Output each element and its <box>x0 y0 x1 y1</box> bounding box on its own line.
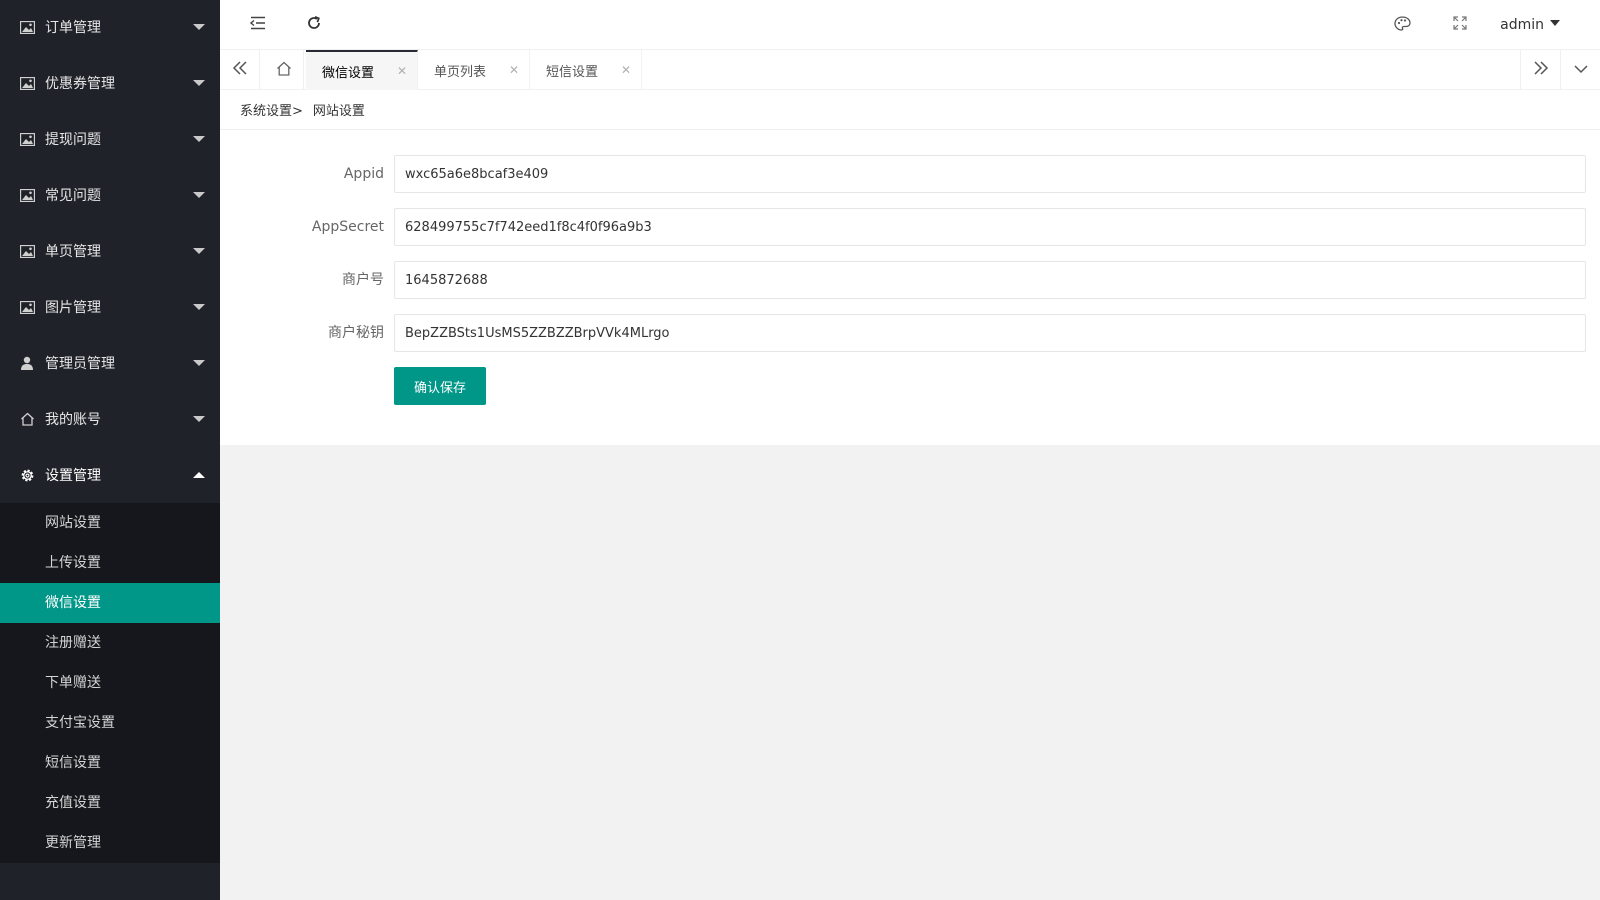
tab-sms-settings[interactable]: 短信设置 ✕ <box>530 50 642 90</box>
image-icon <box>19 75 35 91</box>
image-icon <box>19 187 35 203</box>
image-icon <box>19 299 35 315</box>
tab-home[interactable] <box>264 50 304 90</box>
tab-bar: 微信设置 ✕ 单页列表 ✕ 短信设置 ✕ <box>220 50 1600 90</box>
sidebar-item-faq[interactable]: 常见问题 <box>0 167 220 223</box>
save-button[interactable]: 确认保存 <box>394 367 486 405</box>
theme-button[interactable] <box>1380 0 1424 50</box>
image-icon <box>19 19 35 35</box>
submenu-item-site-settings[interactable]: 网站设置 <box>0 503 220 543</box>
tab-wechat-settings[interactable]: 微信设置 ✕ <box>306 50 418 90</box>
close-icon[interactable]: ✕ <box>509 63 519 77</box>
image-icon <box>19 243 35 259</box>
sidebar-item-withdraw[interactable]: 提现问题 <box>0 111 220 167</box>
main-content: Appid AppSecret 商户号 商户秘钥 确认保存 <box>220 130 1600 445</box>
caret-down-icon <box>193 24 205 30</box>
caret-down-icon <box>1550 20 1560 26</box>
sidebar-item-label: 订单管理 <box>45 20 101 36</box>
user-menu[interactable]: admin <box>1500 0 1560 50</box>
sidebar: 订单管理 优惠券管理 提现问题 常见问题 单页管理 图片管理 管理员管理 我的账… <box>0 0 220 900</box>
sidebar-item-pages[interactable]: 单页管理 <box>0 223 220 279</box>
home-icon <box>19 411 35 427</box>
submenu-item-update-management[interactable]: 更新管理 <box>0 823 220 863</box>
home-icon <box>276 61 292 80</box>
close-icon[interactable]: ✕ <box>621 63 631 77</box>
breadcrumb: 系统设置> 网站设置 <box>220 90 1600 130</box>
sidebar-item-label: 常见问题 <box>45 188 101 204</box>
caret-down-icon <box>193 360 205 366</box>
tab-label: 单页列表 <box>434 64 487 80</box>
double-chevron-right-icon <box>1533 61 1549 79</box>
tab-options-button[interactable] <box>1560 50 1600 90</box>
fullscreen-icon <box>1453 16 1467 34</box>
breadcrumb-parent[interactable]: 系统设置> <box>240 100 303 119</box>
sidebar-item-label: 单页管理 <box>45 244 101 260</box>
appsecret-label: AppSecret <box>311 219 384 235</box>
menu-collapse-icon <box>249 16 266 34</box>
tab-scroll-left-button[interactable] <box>220 50 260 90</box>
image-icon <box>19 131 35 147</box>
fullscreen-button[interactable] <box>1438 0 1482 50</box>
toggle-sidebar-button[interactable] <box>236 0 280 50</box>
appid-label: Appid <box>343 166 384 182</box>
caret-down-icon <box>193 248 205 254</box>
form-row-merchant-key: 商户秘钥 <box>234 314 1586 352</box>
caret-down-icon <box>193 416 205 422</box>
form-row-appid: Appid <box>234 155 1586 193</box>
gear-icon <box>19 467 35 483</box>
tab-label: 短信设置 <box>546 64 599 80</box>
settings-submenu: 网站设置 上传设置 微信设置 注册赠送 下单赠送 支付宝设置 短信设置 充值设置… <box>0 503 220 863</box>
sidebar-item-label: 我的账号 <box>45 412 101 428</box>
form-row-merchant-id: 商户号 <box>234 261 1586 299</box>
palette-icon <box>1393 15 1411 35</box>
merchant-key-label: 商户秘钥 <box>328 325 384 341</box>
sidebar-item-label: 图片管理 <box>45 300 101 316</box>
caret-down-icon <box>193 192 205 198</box>
tab-label: 微信设置 <box>322 65 375 81</box>
submenu-item-alipay-settings[interactable]: 支付宝设置 <box>0 703 220 743</box>
sidebar-item-label: 优惠券管理 <box>45 76 115 92</box>
sidebar-item-admins[interactable]: 管理员管理 <box>0 335 220 391</box>
tab-page-list[interactable]: 单页列表 ✕ <box>418 50 530 90</box>
sidebar-item-label: 管理员管理 <box>45 356 115 372</box>
breadcrumb-current: 网站设置 <box>312 104 365 119</box>
tab-scroll-right-button[interactable] <box>1520 50 1560 90</box>
refresh-button[interactable] <box>292 0 336 50</box>
sidebar-item-settings[interactable]: 设置管理 <box>0 447 220 503</box>
sidebar-item-account[interactable]: 我的账号 <box>0 391 220 447</box>
merchant-id-input[interactable] <box>394 261 1586 299</box>
submenu-item-register-gift[interactable]: 注册赠送 <box>0 623 220 663</box>
appid-input[interactable] <box>394 155 1586 193</box>
close-icon[interactable]: ✕ <box>397 64 407 78</box>
caret-down-icon <box>193 304 205 310</box>
sidebar-item-label: 设置管理 <box>45 468 101 484</box>
caret-down-icon <box>193 80 205 86</box>
submenu-item-order-gift[interactable]: 下单赠送 <box>0 663 220 703</box>
form-row-appsecret: AppSecret <box>234 208 1586 246</box>
submenu-item-wechat-settings[interactable]: 微信设置 <box>0 583 220 623</box>
sidebar-item-label: 提现问题 <box>45 132 101 148</box>
caret-up-icon <box>193 472 205 478</box>
sidebar-item-images[interactable]: 图片管理 <box>0 279 220 335</box>
submenu-item-recharge-settings[interactable]: 充值设置 <box>0 783 220 823</box>
sidebar-item-orders[interactable]: 订单管理 <box>0 0 220 55</box>
chevron-down-icon <box>1573 62 1588 78</box>
tabs: 微信设置 ✕ 单页列表 ✕ 短信设置 ✕ <box>306 50 642 90</box>
username: admin <box>1500 17 1544 33</box>
submenu-item-sms-settings[interactable]: 短信设置 <box>0 743 220 783</box>
submenu-item-upload-settings[interactable]: 上传设置 <box>0 543 220 583</box>
sidebar-item-coupons[interactable]: 优惠券管理 <box>0 55 220 111</box>
sidebar-menu: 订单管理 优惠券管理 提现问题 常见问题 单页管理 图片管理 管理员管理 我的账… <box>0 0 220 503</box>
settings-form-card: Appid AppSecret 商户号 商户秘钥 确认保存 <box>234 140 1586 430</box>
merchant-id-label: 商户号 <box>342 272 384 288</box>
caret-down-icon <box>193 136 205 142</box>
refresh-icon <box>306 15 322 35</box>
double-chevron-left-icon <box>232 61 248 79</box>
top-header: admin <box>220 0 1600 50</box>
merchant-key-input[interactable] <box>394 314 1586 352</box>
appsecret-input[interactable] <box>394 208 1586 246</box>
user-icon <box>19 355 35 371</box>
